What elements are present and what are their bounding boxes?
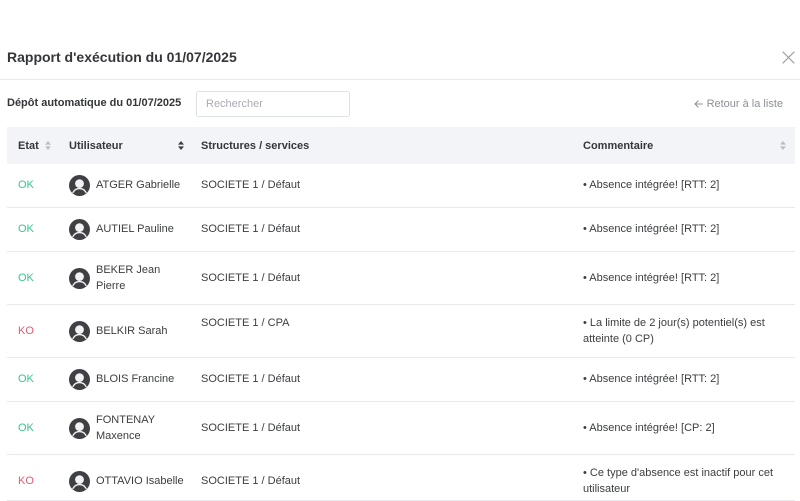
user-name: AUTIEL Pauline: [96, 223, 174, 236]
user-name: OTTAVIO Isabelle: [96, 474, 184, 487]
user-name: BELKIR Sarah: [96, 324, 168, 337]
comment-cell: • La limite de 2 jour(s) potentiel(s) es…: [583, 315, 795, 348]
comment-cell: • Ce type d'absence est inactif pour cet…: [583, 465, 795, 498]
status-text: KO: [18, 324, 34, 337]
execution-report-dialog: Rapport d'exécution du 01/07/2025 Dépôt …: [0, 0, 800, 501]
user-cell: FONTENAY Maxence: [69, 412, 201, 445]
status-cell: KO: [7, 323, 69, 340]
comment-text: • La limite de 2 jour(s) potentiel(s) es…: [583, 316, 765, 346]
user-cell: BLOIS Francine: [69, 369, 201, 390]
structure-cell: SOCIETE 1 / Défaut: [201, 271, 301, 284]
user-name: FONTENAY Maxence: [96, 413, 155, 443]
user-avatar-icon: [69, 175, 90, 196]
table-row: KO BELKIR Sarah SOCIETE 1 / CPA • La limite…: [7, 305, 795, 358]
structure-cell: SOCIETE 1 / Défaut: [201, 223, 301, 236]
structure-cell: SOCIETE 1 / Défaut: [201, 474, 301, 487]
user-avatar-icon: [69, 470, 90, 492]
user-cell: ATGER Gabrielle: [69, 175, 201, 196]
user-name: BEKER Jean Pierre: [96, 263, 161, 293]
comment-cell: • Absence intégrée! [RTT: 2]: [583, 270, 795, 287]
column-header-label: Utilisateur: [69, 139, 123, 152]
deposit-label: Dépôt automatique du 01/07/2025: [7, 97, 182, 109]
search-input[interactable]: [196, 91, 350, 117]
report-table: Etat Utilisateur Structures / services Comm…: [7, 127, 795, 501]
table-row: OK ATGER Gabrielle SOCIETE 1 / Défaut • Abs…: [7, 164, 795, 208]
column-header-etat[interactable]: Etat: [7, 127, 69, 164]
status-cell: OK: [7, 420, 69, 437]
comment-text: • Absence intégrée! [RTT: 2]: [583, 271, 720, 284]
column-header-label: Commentaire: [583, 139, 654, 152]
comment-cell: • Absence intégrée! [CP: 2]: [583, 420, 795, 437]
column-header-label: Structures / services: [201, 139, 310, 152]
table-header: Etat Utilisateur Structures / services Comm…: [7, 127, 795, 164]
comment-text: • Absence intégrée! [RTT: 2]: [583, 373, 720, 386]
user-name: ATGER Gabrielle: [96, 179, 181, 192]
comment-cell: • Absence intégrée! [RTT: 2]: [583, 177, 795, 194]
column-header-commentaire[interactable]: Commentaire: [583, 127, 795, 164]
user-avatar-icon: [69, 267, 90, 289]
comment-cell: • Absence intégrée! [RTT: 2]: [583, 221, 795, 238]
comment-text: • Absence intégrée! [RTT: 2]: [583, 179, 720, 192]
user-avatar-icon: [69, 320, 90, 342]
table-row: OK BEKER Jean Pierre SOCIETE 1 / Défaut • A…: [7, 252, 795, 305]
status-text: KO: [18, 474, 34, 487]
status-text: OK: [18, 271, 34, 284]
user-avatar-icon: [69, 219, 90, 240]
status-text: OK: [18, 223, 34, 236]
structure-cell: SOCIETE 1 / Défaut: [201, 179, 301, 192]
user-avatar-icon: [69, 369, 90, 390]
status-cell: OK: [7, 221, 69, 238]
sort-icon[interactable]: [178, 141, 184, 150]
table-row: OK BLOIS Francine SOCIETE 1 / Défaut • Abse…: [7, 358, 795, 402]
user-cell: BEKER Jean Pierre: [69, 262, 201, 295]
table-row: OK AUTIEL Pauline SOCIETE 1 / Défaut • Abse…: [7, 208, 795, 252]
user-cell: OTTAVIO Isabelle: [69, 470, 201, 492]
back-to-list-link[interactable]: Retour à la liste: [694, 96, 783, 112]
status-text: OK: [18, 179, 34, 192]
sort-icon[interactable]: [44, 141, 51, 150]
status-cell: OK: [7, 177, 69, 194]
column-header-structures-services: Structures / services: [201, 127, 583, 164]
status-cell: KO: [7, 473, 69, 490]
comment-text: • Absence intégrée! [RTT: 2]: [583, 223, 720, 236]
sort-icon[interactable]: [780, 141, 786, 150]
title-divider: [0, 79, 800, 80]
status-cell: OK: [7, 270, 69, 287]
dialog-title: Rapport d'exécution du 01/07/2025: [7, 49, 237, 65]
structure-cell: SOCIETE 1 / CPA: [201, 316, 290, 329]
user-name: BLOIS Francine: [96, 373, 175, 386]
status-text: OK: [18, 373, 34, 386]
status-cell: OK: [7, 371, 69, 388]
column-header-utilisateur[interactable]: Utilisateur: [69, 127, 201, 164]
arrow-left-icon: [694, 100, 703, 108]
structure-cell: SOCIETE 1 / Défaut: [201, 421, 301, 434]
user-cell: AUTIEL Pauline: [69, 219, 201, 240]
user-cell: BELKIR Sarah: [69, 320, 201, 342]
comment-text: • Absence intégrée! [CP: 2]: [583, 421, 715, 434]
comment-cell: • Absence intégrée! [RTT: 2]: [583, 371, 795, 388]
status-text: OK: [18, 421, 34, 434]
table-body: OK ATGER Gabrielle SOCIETE 1 / Défaut • Abs…: [7, 164, 795, 501]
structure-cell: SOCIETE 1 / Défaut: [201, 373, 301, 386]
back-to-list-label: Retour à la liste: [706, 98, 783, 110]
column-header-label: Etat: [18, 139, 39, 152]
comment-text: • Ce type d'absence est inactif pour cet…: [583, 466, 774, 496]
table-row: OK FONTENAY Maxence SOCIETE 1 / Défaut • Ab…: [7, 402, 795, 455]
table-row: KO OTTAVIO Isabelle SOCIETE 1 / Défaut • Ce…: [7, 455, 795, 501]
user-avatar-icon: [69, 417, 90, 439]
close-icon[interactable]: [782, 51, 795, 64]
